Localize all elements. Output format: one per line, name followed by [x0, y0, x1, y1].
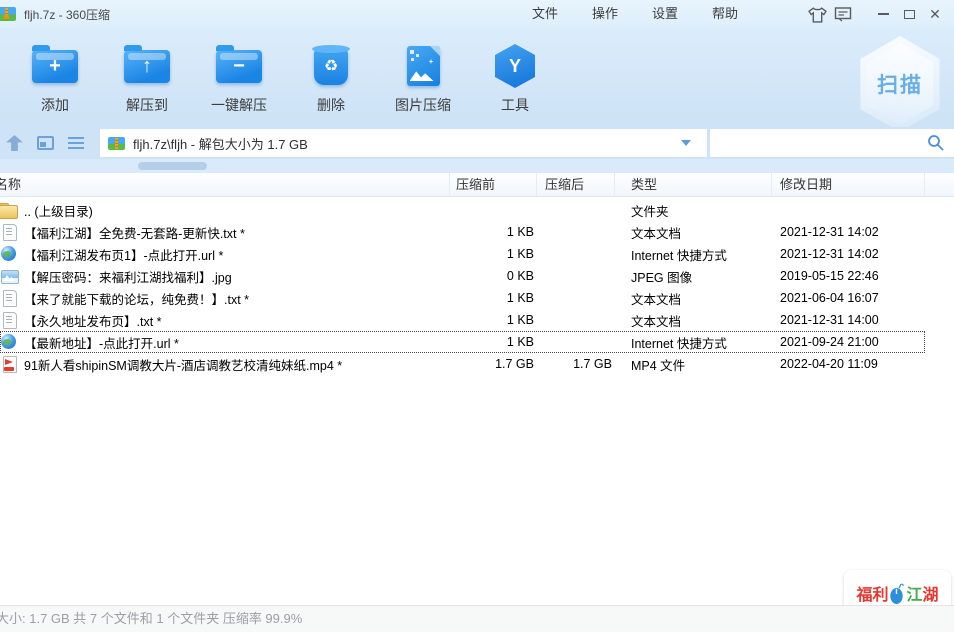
table-row[interactable]: 【福利江湖】全免费-无套路-更新快.txt * 1 KB 文本文档 2021-1…: [0, 221, 925, 243]
one-click-extract-button-label: 一键解压: [211, 95, 267, 115]
360zip-app-icon: [0, 7, 16, 21]
close-button[interactable]: ✕: [922, 0, 948, 28]
add-folder-icon: +: [32, 50, 78, 83]
toolbar-buttons: + 添加 ↑ 解压到 − 一键解压 ♻ 删除: [9, 28, 561, 127]
scan-shield-icon: 扫描: [863, 43, 937, 125]
nav-icons: [6, 127, 84, 159]
address-bar: fljh.7z\fljh - 解包大小为 1.7 GB: [0, 127, 954, 159]
image-compress-button-label: 图片压缩: [395, 95, 451, 115]
thumbnail-view-icon[interactable]: [37, 136, 54, 150]
table-row[interactable]: 【永久地址发布页】.txt * 1 KB 文本文档 2021-12-31 14:…: [0, 309, 925, 331]
title-bar: fljh.7z - 360压缩 文件 操作 设置 帮助 ✕: [0, 0, 954, 28]
scan-badge[interactable]: 扫描: [856, 36, 944, 132]
add-button-label: 添加: [41, 95, 69, 115]
column-header-modified[interactable]: 修改日期: [772, 173, 925, 197]
app-window: fljh.7z - 360压缩 文件 操作 设置 帮助 ✕ + 添加: [0, 0, 954, 632]
menu-help[interactable]: 帮助: [695, 0, 755, 28]
menu-settings[interactable]: 设置: [635, 0, 695, 28]
text-file-icon: [1, 312, 18, 328]
column-header-type[interactable]: 类型: [615, 173, 772, 197]
minimize-button[interactable]: [870, 0, 896, 28]
column-header-name[interactable]: 名称: [0, 173, 450, 197]
horizontal-scrollbar[interactable]: [0, 159, 954, 173]
image-compress-icon: [407, 46, 440, 86]
toolbar: + 添加 ↑ 解压到 − 一键解压 ♻ 删除: [0, 28, 954, 127]
menu-file[interactable]: 文件: [515, 0, 575, 28]
tools-button[interactable]: 工具: [469, 28, 561, 127]
window-controls: ✕: [804, 0, 948, 28]
tools-hexagon-icon: [495, 44, 535, 88]
text-file-icon: [1, 290, 18, 306]
table-row[interactable]: 【来了就能下载的论坛，纯免费！】.txt * 1 KB 文本文档 2021-06…: [0, 287, 925, 309]
table-row[interactable]: 【福利江湖发布页1】-点此打开.url * 1 KB Internet 快捷方式…: [0, 243, 925, 265]
up-directory-icon[interactable]: [6, 135, 23, 151]
minimize-icon: [878, 13, 889, 15]
maximize-button[interactable]: [896, 0, 922, 28]
one-click-extract-folder-icon: −: [216, 50, 262, 83]
search-input[interactable]: [710, 129, 926, 157]
search-box: [710, 129, 954, 157]
delete-button[interactable]: ♻ 删除: [285, 28, 377, 127]
table-row[interactable]: 【解压密码：来福利江湖找福利】.jpg 0 KB JPEG 图像 2019-05…: [0, 265, 925, 287]
jpeg-image-icon: [1, 268, 18, 284]
delete-trash-icon: ♻: [314, 48, 348, 85]
scan-badge-label: 扫描: [877, 69, 923, 99]
mp4-video-icon: [1, 356, 18, 372]
list-view-icon[interactable]: [68, 137, 84, 149]
horizontal-scrollbar-thumb[interactable]: [138, 162, 207, 170]
extract-to-folder-icon: ↑: [124, 50, 170, 83]
window-title: fljh.7z - 360压缩: [24, 6, 110, 23]
feedback-icon[interactable]: [830, 0, 856, 28]
table-header: 名称 压缩前 压缩后 类型 修改日期: [0, 173, 954, 197]
add-button[interactable]: + 添加: [9, 28, 101, 127]
mouse-icon: [889, 583, 905, 605]
table-row[interactable]: 91新人看shipinSM调教大片-酒店调教艺校清纯妹纸.mp4 * 1.7 G…: [0, 353, 925, 375]
path-text: fljh.7z\fljh - 解包大小为 1.7 GB: [133, 134, 681, 153]
watermark-logo: 福利 江 湖: [856, 579, 938, 605]
internet-shortcut-icon: [1, 246, 18, 262]
folder-icon: [1, 202, 18, 218]
skin-tshirt-icon[interactable]: [804, 0, 830, 28]
table-row[interactable]: .. (上级目录) 文件夹: [0, 199, 925, 221]
menu-operation[interactable]: 操作: [575, 0, 635, 28]
internet-shortcut-icon: [1, 334, 18, 350]
status-bar: 大小: 1.7 GB 共 7 个文件和 1 个文件夹 压缩率 99.9%: [0, 605, 954, 632]
image-compress-button[interactable]: 图片压缩: [377, 28, 469, 127]
archive-file-icon: [108, 137, 125, 150]
tools-button-label: 工具: [501, 95, 529, 115]
extract-to-button-label: 解压到: [126, 95, 168, 115]
column-header-size-after[interactable]: 压缩后: [537, 173, 615, 197]
text-file-icon: [1, 224, 18, 240]
maximize-icon: [904, 10, 915, 19]
chevron-down-icon[interactable]: [681, 140, 691, 146]
close-icon: ✕: [929, 7, 941, 21]
column-header-size-before[interactable]: 压缩前: [450, 173, 537, 197]
file-list: .. (上级目录) 文件夹 【福利江湖】全免费-无套路-更新快.txt * 1 …: [0, 199, 954, 375]
table-row-focused[interactable]: 【最新地址】-点此打开.url * 1 KB Internet 快捷方式 202…: [0, 331, 925, 353]
path-combobox[interactable]: fljh.7z\fljh - 解包大小为 1.7 GB: [100, 129, 707, 157]
one-click-extract-button[interactable]: − 一键解压: [193, 28, 285, 127]
delete-button-label: 删除: [317, 95, 345, 115]
extract-to-button[interactable]: ↑ 解压到: [101, 28, 193, 127]
search-icon[interactable]: [926, 133, 946, 153]
status-text: 大小: 1.7 GB 共 7 个文件和 1 个文件夹 压缩率 99.9%: [0, 611, 302, 626]
menu-bar: 文件 操作 设置 帮助: [515, 0, 755, 28]
